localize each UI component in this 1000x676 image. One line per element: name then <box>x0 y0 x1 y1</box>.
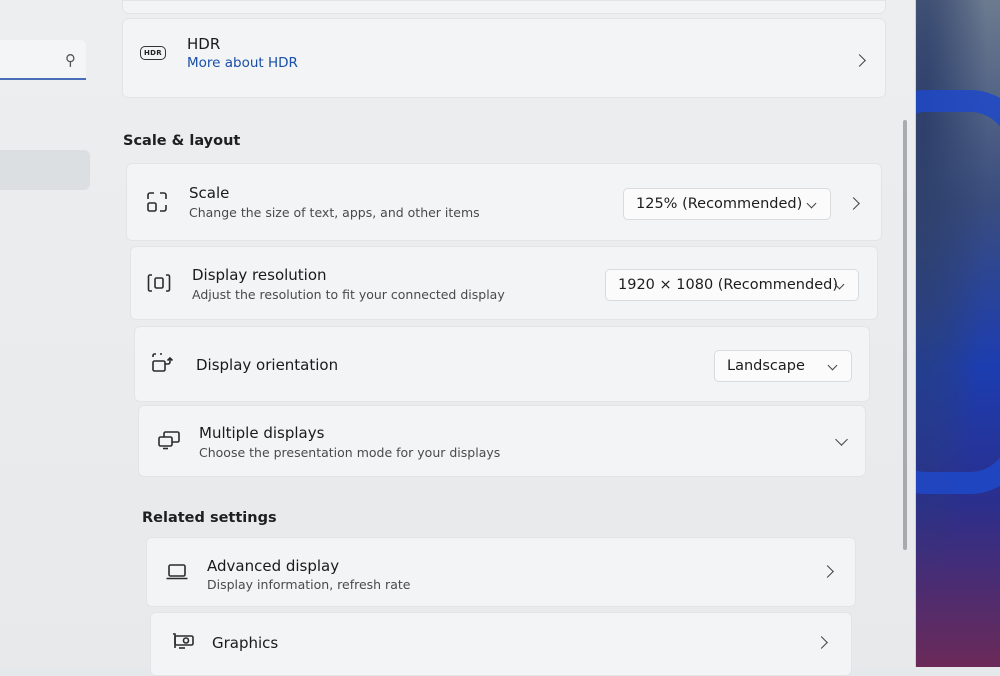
scale-subtitle: Change the size of text, apps, and other… <box>189 205 480 220</box>
chevron-right-icon <box>821 565 834 578</box>
section-related-settings: Related settings <box>142 510 277 526</box>
advanced-display-subtitle: Display information, refresh rate <box>207 577 411 592</box>
multiple-displays-title: Multiple displays <box>199 424 325 442</box>
graphics-card[interactable]: Graphics <box>150 612 852 676</box>
chevron-right-icon[interactable] <box>847 197 860 210</box>
orientation-card[interactable]: Display orientation Landscape <box>134 326 870 402</box>
orientation-dropdown[interactable]: Landscape <box>714 350 852 382</box>
advanced-display-card[interactable]: Advanced display Display information, re… <box>146 537 856 607</box>
chevron-down-icon[interactable] <box>835 433 848 446</box>
search-icon[interactable]: ⚲ <box>65 51 76 69</box>
hdr-badge: HDR <box>140 46 166 60</box>
chevron-right-icon <box>815 636 828 649</box>
previous-card[interactable] <box>122 0 886 14</box>
orientation-icon <box>149 351 177 375</box>
more-about-hdr-link[interactable]: More about HDR <box>187 55 298 71</box>
graphics-title: Graphics <box>212 634 279 652</box>
laptop-icon <box>163 560 191 584</box>
resolution-card[interactable]: Display resolution Adjust the resolution… <box>130 246 878 320</box>
hdr-card[interactable]: HDR HDR More about HDR <box>122 18 886 98</box>
settings-window: ⚲ HDR HDR More about HDR Scale & layout … <box>0 0 916 676</box>
chevron-right-icon <box>853 54 866 67</box>
resolution-icon <box>145 271 173 295</box>
hdr-icon: HDR <box>139 41 167 65</box>
scale-value: 125% (Recommended) <box>636 196 803 212</box>
advanced-display-title: Advanced display <box>207 557 340 575</box>
resolution-value: 1920 × 1080 (Recommended) <box>618 277 838 293</box>
scale-title: Scale <box>189 184 230 202</box>
scale-icon <box>143 190 171 214</box>
scale-dropdown[interactable]: 125% (Recommended) <box>623 188 831 220</box>
search-input[interactable]: ⚲ <box>0 40 86 80</box>
scale-card[interactable]: Scale Change the size of text, apps, and… <box>126 163 882 241</box>
sidebar-item-selected[interactable] <box>0 150 90 190</box>
graphics-card-icon <box>169 629 197 653</box>
multiple-displays-subtitle: Choose the presentation mode for your di… <box>199 445 501 460</box>
orientation-value: Landscape <box>727 358 805 374</box>
multiple-displays-card[interactable]: Multiple displays Choose the presentatio… <box>138 405 866 477</box>
resolution-dropdown[interactable]: 1920 × 1080 (Recommended) <box>605 269 859 301</box>
orientation-title: Display orientation <box>196 356 339 374</box>
scrollbar[interactable] <box>903 120 907 550</box>
chevron-down-icon <box>827 360 838 371</box>
section-scale-layout: Scale & layout <box>123 133 241 149</box>
multiple-displays-icon <box>155 428 183 452</box>
chevron-down-icon <box>806 198 817 209</box>
resolution-title: Display resolution <box>192 266 327 284</box>
resolution-subtitle: Adjust the resolution to fit your connec… <box>192 287 505 302</box>
hdr-title: HDR <box>187 35 221 53</box>
